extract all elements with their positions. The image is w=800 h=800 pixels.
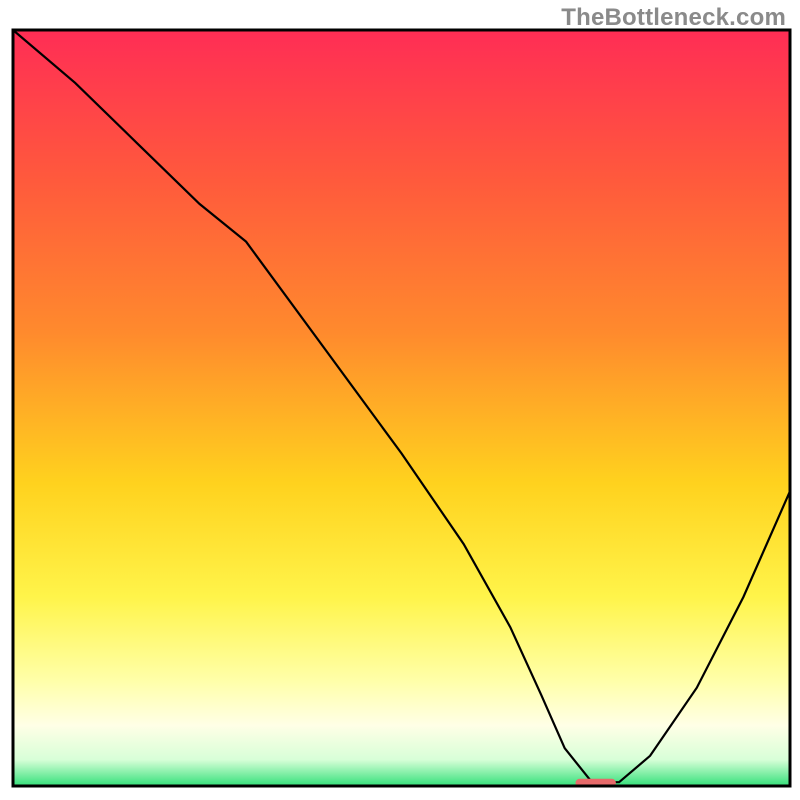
watermark-text: TheBottleneck.com — [561, 4, 786, 32]
chart-container: TheBottleneck.com — [0, 0, 800, 800]
bottleneck-chart — [0, 0, 800, 800]
gradient-background — [13, 30, 790, 786]
